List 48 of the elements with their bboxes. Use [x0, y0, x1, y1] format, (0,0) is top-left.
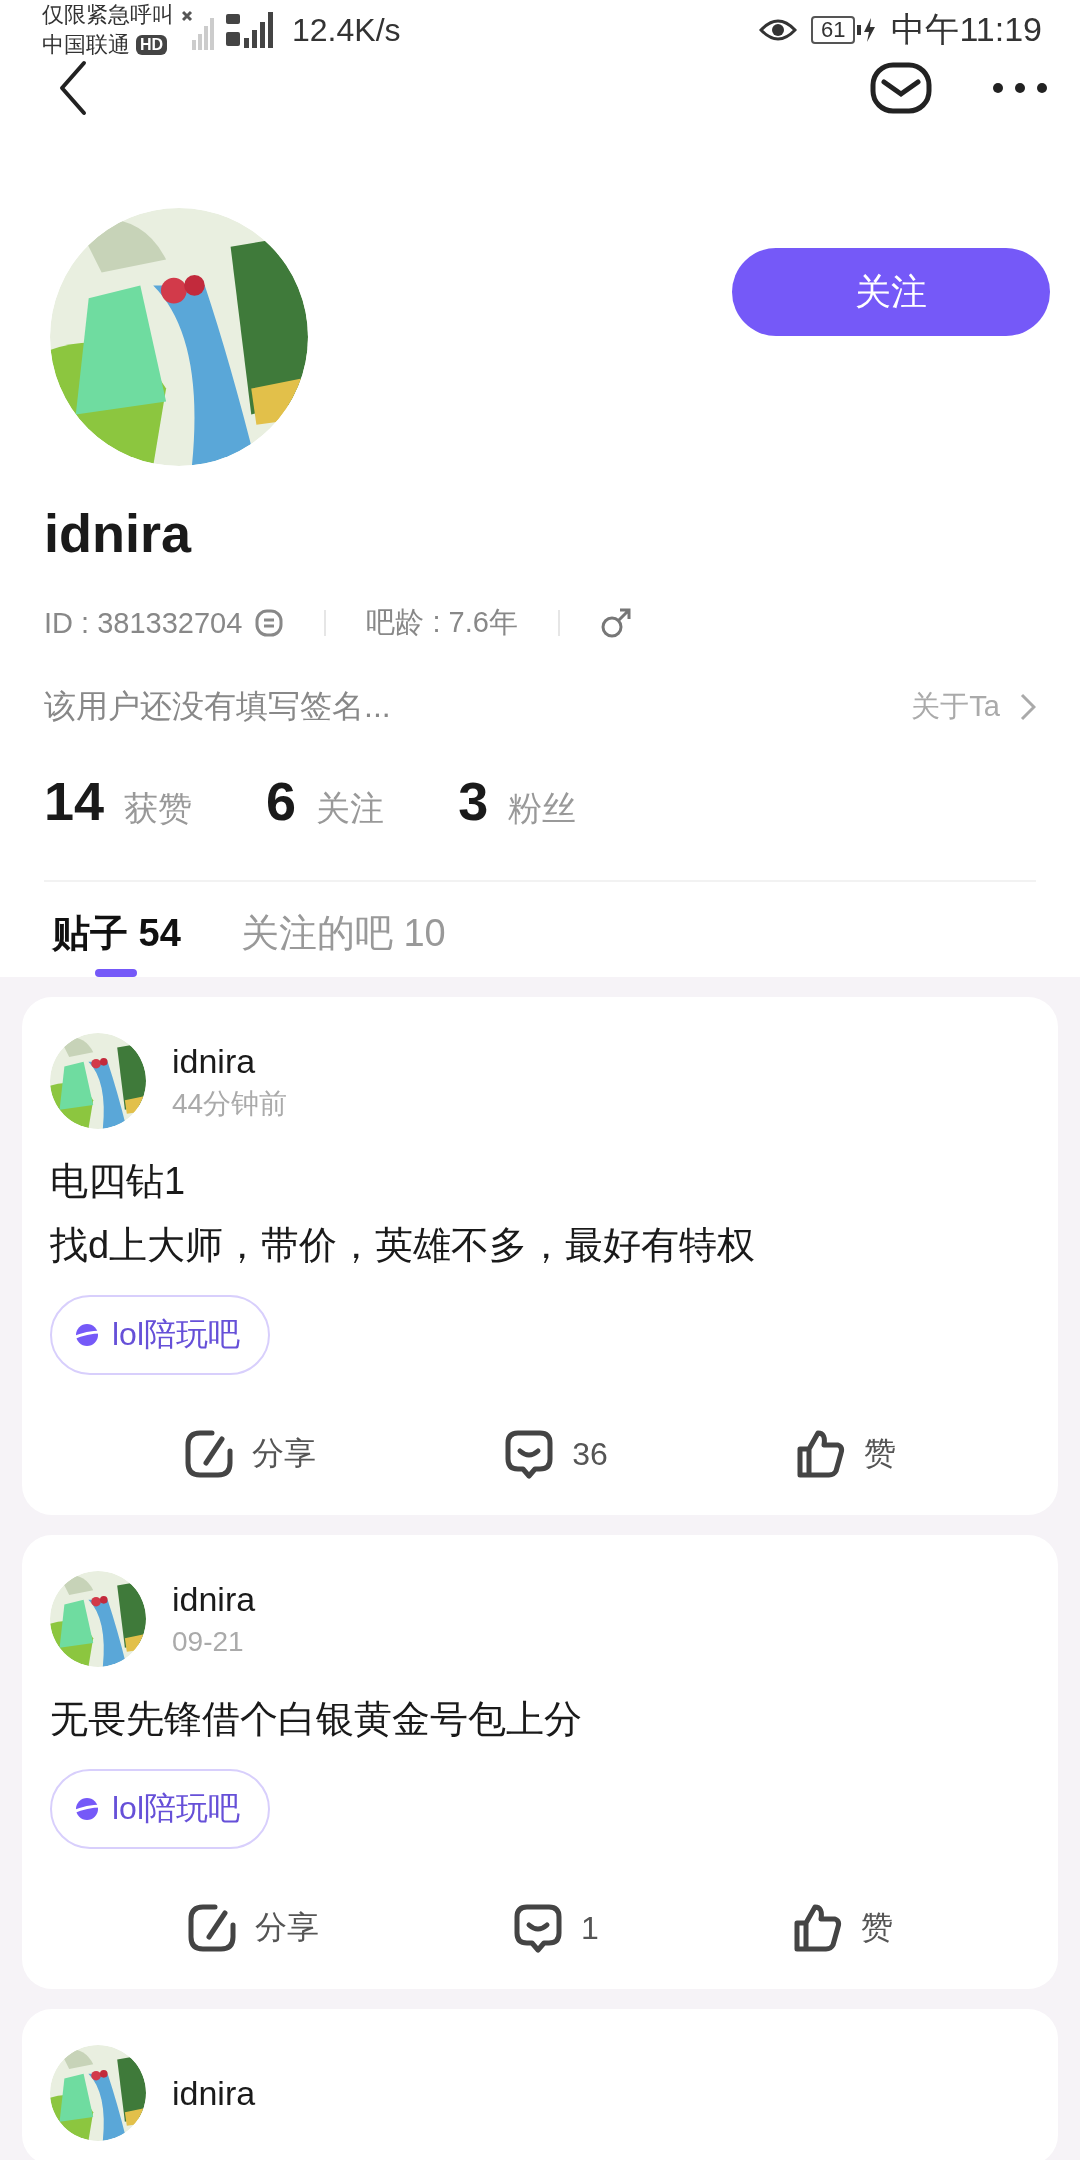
author-name[interactable]: idnira [172, 1038, 288, 1084]
male-icon [599, 607, 632, 639]
comment-button[interactable]: 36 [504, 1429, 608, 1479]
comment-button[interactable]: 1 [513, 1903, 599, 1953]
post-time: 09-21 [172, 1625, 245, 1659]
user-id: ID : 381332704 [44, 606, 243, 640]
more-icon[interactable] [992, 82, 1048, 94]
stat-count[interactable]: 3 [458, 770, 489, 832]
no-signal-icon [182, 10, 216, 50]
account-age: 吧龄 : 7.6年 [366, 605, 518, 640]
post-text: 无畏先锋借个白银黄金号包上分 [50, 1697, 583, 1742]
like-button[interactable]: 赞 [795, 1429, 896, 1479]
comment-icon [513, 1903, 564, 1953]
share-icon [184, 1429, 235, 1479]
mail-icon[interactable] [870, 62, 932, 114]
share-button[interactable]: 分享 [187, 1903, 320, 1953]
forum-name: lol陪玩吧 [112, 1789, 240, 1828]
clock-time: 中午11:19 [891, 9, 1042, 50]
charging-icon [857, 16, 878, 44]
tab-indicator [95, 969, 138, 977]
thumbs-up-icon [795, 1429, 846, 1479]
comment-icon [504, 1429, 555, 1479]
forum-name: lol陪玩吧 [112, 1315, 240, 1354]
tab[interactable]: 贴子 54 [52, 908, 181, 977]
forum-tag[interactable]: lol陪玩吧 [50, 1295, 270, 1375]
follow-button[interactable]: 关注 [732, 248, 1050, 336]
thumbs-up-icon [792, 1903, 843, 1953]
signature: 该用户还没有填写签名... [44, 687, 391, 726]
emergency-notice: 仅限紧急呼叫 [42, 1, 174, 29]
chevron-right-icon [1020, 693, 1036, 721]
back-icon[interactable] [58, 60, 88, 116]
carrier-name: 中国联通 [42, 31, 130, 59]
author-name[interactable]: idnira [172, 1576, 256, 1622]
battery-level: 61 [820, 17, 846, 42]
username: idnira [44, 502, 193, 565]
author-name[interactable]: idnira [172, 2070, 256, 2116]
post-text: 电四钻1 找d上大师，带价，英雄不多，最好有特权 [50, 1159, 757, 1268]
forum-tag[interactable]: lol陪玩吧 [50, 1769, 270, 1849]
share-icon [187, 1903, 238, 1953]
like-button[interactable]: 赞 [792, 1903, 893, 1953]
hd-badge: HD [136, 35, 168, 55]
share-button[interactable]: 分享 [184, 1429, 317, 1479]
stat-count[interactable]: 6 [266, 770, 297, 832]
copy-icon[interactable] [254, 608, 285, 638]
post-time: 44分钟前 [172, 1087, 288, 1121]
signal-icon [224, 10, 276, 50]
stat-count[interactable]: 14 [44, 770, 105, 832]
network-speed: 12.4K/s [292, 11, 401, 49]
